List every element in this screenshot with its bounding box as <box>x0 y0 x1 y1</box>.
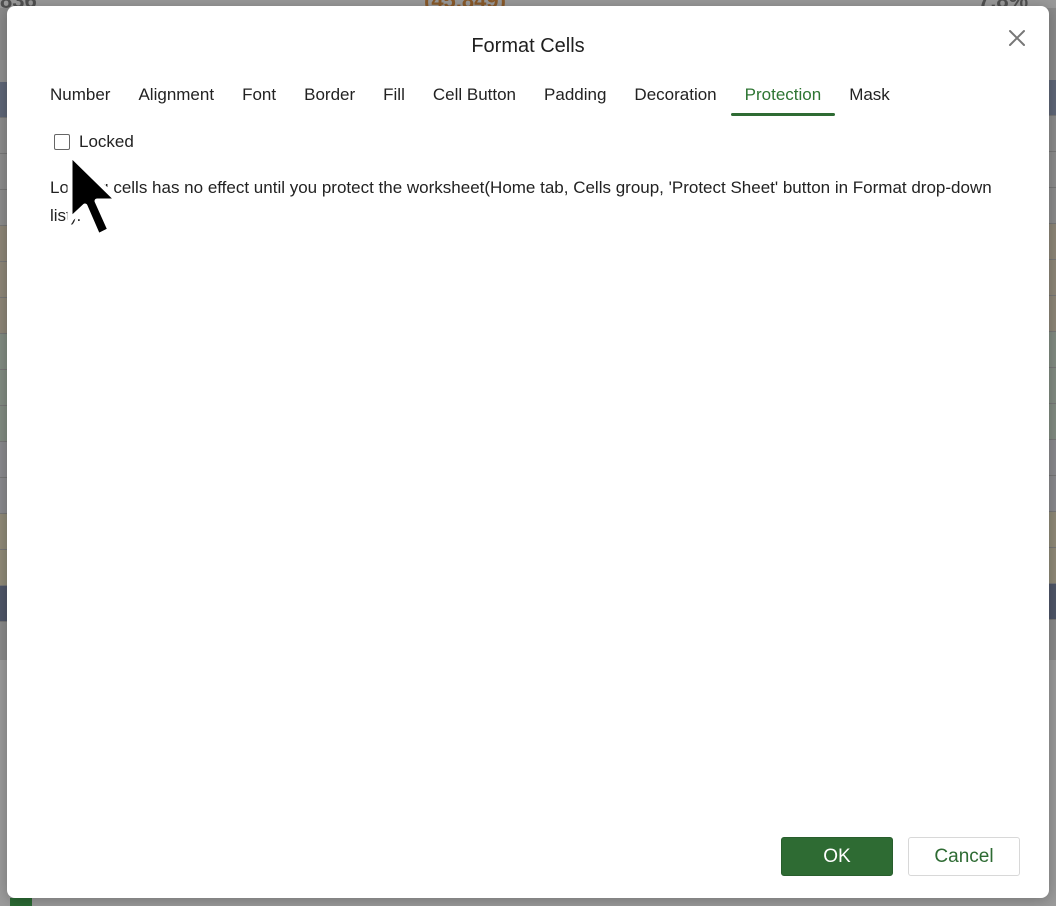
dialog-title: Format Cells <box>471 35 585 57</box>
tab-alignment[interactable]: Alignment <box>124 78 228 116</box>
tab-decoration[interactable]: Decoration <box>620 78 730 116</box>
tab-padding[interactable]: Padding <box>530 78 620 116</box>
close-button[interactable] <box>1007 28 1027 48</box>
tab-mask[interactable]: Mask <box>835 78 904 116</box>
tab-protection[interactable]: Protection <box>730 78 836 116</box>
locked-label: Locked <box>79 132 134 151</box>
tab-fill[interactable]: Fill <box>369 78 419 116</box>
tab-font[interactable]: Font <box>228 78 290 116</box>
locked-option[interactable]: Locked <box>54 132 134 152</box>
close-icon <box>1009 30 1025 46</box>
format-cells-dialog: Format Cells Number Alignment Font Borde… <box>7 6 1049 898</box>
tab-number[interactable]: Number <box>36 78 124 116</box>
tab-bar: Number Alignment Font Border Fill Cell B… <box>36 78 904 116</box>
ok-button[interactable]: OK <box>781 837 893 876</box>
protection-info-text: Locking cells has no effect until you pr… <box>50 178 992 225</box>
tab-border[interactable]: Border <box>290 78 369 116</box>
background-right-cells <box>1048 80 1056 660</box>
cancel-button[interactable]: Cancel <box>908 837 1020 876</box>
tab-cell-button[interactable]: Cell Button <box>419 78 530 116</box>
locked-checkbox[interactable] <box>54 134 70 150</box>
background-sheet-tab <box>10 898 32 906</box>
